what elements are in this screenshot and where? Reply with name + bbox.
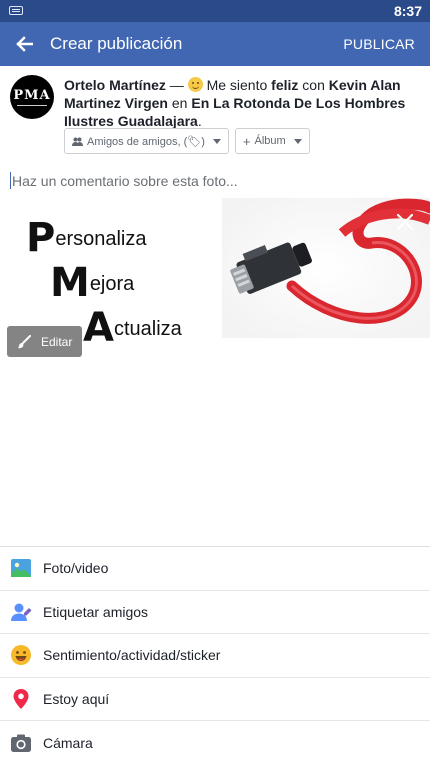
photo-line-3-cap: A (83, 305, 114, 351)
photo-line-1: Personaliza (26, 218, 147, 258)
option-label: Sentimiento/actividad/sticker (43, 647, 221, 664)
with-word: con (298, 77, 329, 93)
post-settings: Amigos de amigos, (🏷) + Álbum (64, 128, 310, 154)
option-camera[interactable]: Cámara (0, 721, 430, 764)
comment-input[interactable]: Haz un comentario sobre esta foto... (10, 172, 420, 189)
back-arrow-icon[interactable] (10, 30, 38, 58)
keyboard-icon (9, 6, 23, 15)
audience-label: Amigos de amigos, (🏷) (87, 135, 205, 148)
status-bar: 8:37 (0, 0, 430, 22)
album-selector[interactable]: + Álbum (234, 128, 310, 154)
remove-photo-icon[interactable] (396, 213, 414, 231)
photo-line-1-cap: P (26, 215, 56, 261)
option-label: Etiquetar amigos (43, 603, 149, 620)
option-tag-friends[interactable]: Etiquetar amigos (0, 591, 430, 635)
option-label: Foto/video (43, 560, 109, 577)
photo-line-1-text: ersonaliza (55, 228, 147, 250)
tag-friends-icon (10, 601, 32, 623)
publish-button[interactable]: PUBLICAR (343, 36, 415, 52)
page-title: Crear publicación (50, 34, 183, 53)
avatar-logo: PMA (13, 88, 51, 103)
camera-icon (10, 732, 32, 754)
photo-line-2: Mejora (50, 263, 134, 303)
photo-line-3: Actualiza (83, 308, 182, 348)
period: . (197, 113, 202, 129)
happy-emoji-icon (187, 77, 203, 92)
post-header: PMA Ortelo Martínez — Me siento feliz co… (0, 66, 430, 166)
avatar[interactable]: PMA (10, 75, 54, 119)
photo-line-2-text: ejora (89, 273, 135, 295)
avatar-logo-underline (17, 105, 47, 106)
smile-icon (10, 644, 32, 666)
chevron-down-icon (212, 138, 221, 144)
photo-line-2-cap: M (50, 260, 90, 306)
feeling-text[interactable]: feliz (271, 77, 298, 93)
friends-icon (72, 137, 83, 146)
photo-line-3-text: ctualiza (113, 318, 182, 340)
location-pin-icon (10, 688, 32, 710)
brush-icon (17, 334, 31, 348)
audience-selector[interactable]: Amigos de amigos, (🏷) (64, 128, 229, 154)
chevron-down-icon (293, 138, 302, 144)
option-photo-video[interactable]: Foto/video (0, 547, 430, 591)
dash-separator: — (165, 77, 188, 93)
app-bar: Crear publicación PUBLICAR (0, 22, 430, 66)
author-name[interactable]: Ortelo Martínez (64, 77, 166, 93)
option-check-in[interactable]: Estoy aquí (0, 678, 430, 722)
feeling-prefix: Me siento (202, 77, 272, 93)
text-cursor (10, 172, 11, 189)
option-label: Estoy aquí (43, 691, 110, 708)
plus-icon: + (242, 133, 251, 149)
photo-icon (10, 557, 32, 579)
clock: 8:37 (393, 3, 422, 19)
post-options-list: Foto/video Etiquetar amigos Sentimiento/… (0, 546, 430, 764)
option-label: Cámara (43, 734, 93, 751)
edit-photo-button[interactable]: Editar (7, 326, 82, 357)
album-label: Álbum (254, 135, 286, 147)
post-attribution: Ortelo Martínez — Me siento feliz con Ke… (64, 76, 420, 130)
comment-placeholder: Haz un comentario sobre esta foto... (12, 173, 238, 189)
option-feeling-activity[interactable]: Sentimiento/actividad/sticker (0, 634, 430, 678)
edit-label: Editar (41, 334, 73, 349)
at-word: en (168, 95, 192, 111)
